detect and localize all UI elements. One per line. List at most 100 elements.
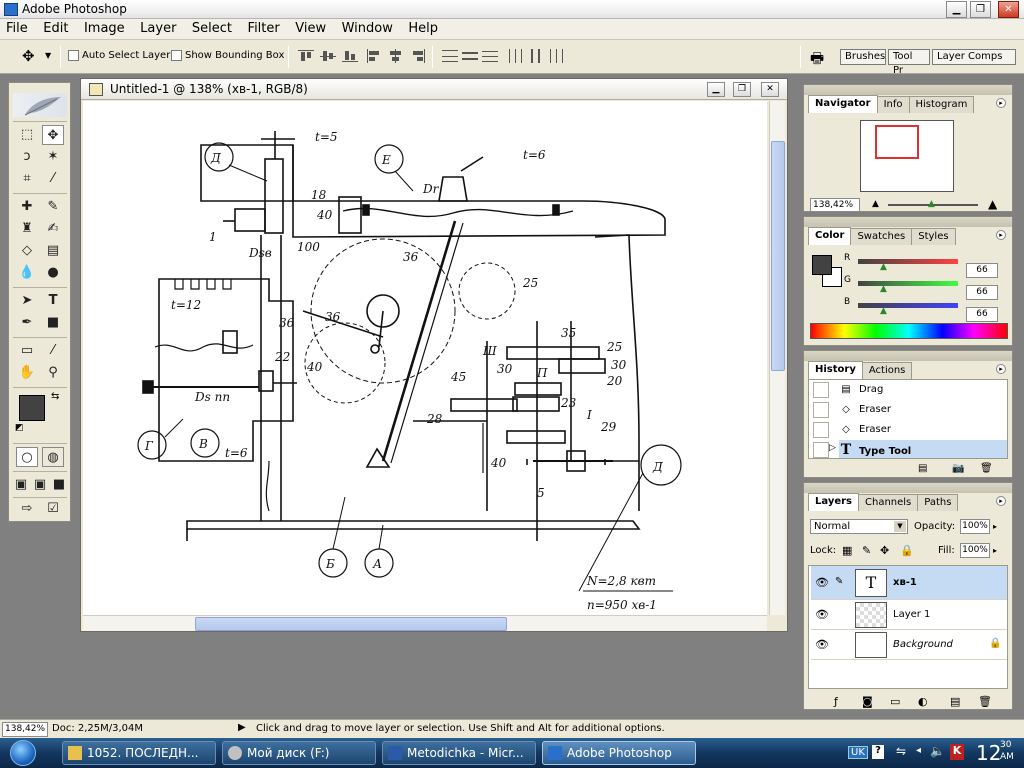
tab-navigator[interactable]: Navigator — [808, 95, 878, 113]
jump-to-imageready-icon[interactable]: ⇨ — [16, 499, 38, 519]
distribute-vcenter-icon[interactable] — [462, 49, 478, 63]
pen-tool-icon[interactable]: ✒ — [16, 313, 38, 333]
menu-help[interactable]: Help — [402, 19, 444, 36]
tab-swatches[interactable]: Swatches — [850, 228, 913, 245]
history-snapshot-toggle[interactable] — [813, 382, 829, 398]
crop-tool-icon[interactable]: ⌗ — [16, 169, 38, 189]
channel-b-thumb[interactable]: ▲ — [880, 306, 887, 316]
language-indicator[interactable]: UK — [848, 746, 868, 759]
hand-tool-icon[interactable]: ✋ — [16, 363, 38, 383]
foreground-color-swatch[interactable] — [19, 395, 45, 421]
zoom-in-icon[interactable]: ▲ — [988, 197, 997, 211]
lock-all-icon[interactable]: 🔒 — [900, 544, 914, 557]
help-icon[interactable]: ? — [872, 745, 884, 759]
gradient-tool-icon[interactable]: ▤ — [42, 241, 64, 261]
navigator-zoom-field[interactable]: 138,42% — [810, 198, 860, 212]
menu-edit[interactable]: Edit — [37, 19, 74, 36]
tab-layers[interactable]: Layers — [808, 493, 859, 511]
history-palette-header[interactable] — [804, 351, 1012, 361]
file-browser-icon[interactable]: 🖶 — [810, 48, 824, 73]
screen-mode-standard-icon[interactable]: ▣ — [12, 475, 30, 495]
history-item[interactable]: ◇ Eraser — [839, 400, 1007, 420]
clone-stamp-tool-icon[interactable]: ♜ — [16, 219, 38, 239]
palette-well-brushes[interactable]: Brushes — [840, 49, 886, 65]
navigator-thumbnail[interactable] — [860, 120, 954, 192]
menu-layer[interactable]: Layer — [134, 19, 182, 36]
tab-styles[interactable]: Styles — [911, 228, 956, 245]
opacity-slider-arrow-icon[interactable]: ▸ — [993, 522, 997, 531]
bounding-box-checkbox[interactable] — [171, 50, 182, 61]
rectangle-tool-icon[interactable]: ■ — [42, 313, 64, 333]
path-selection-tool-icon[interactable]: ➤ — [16, 291, 38, 311]
fill-field[interactable]: 100% — [960, 543, 990, 558]
start-button[interactable] — [10, 740, 36, 766]
auto-select-checkbox[interactable] — [68, 50, 79, 61]
taskbar-item-drive[interactable]: Мой диск (F:) — [222, 741, 376, 765]
align-top-icon[interactable] — [298, 49, 314, 63]
antivirus-icon[interactable]: K — [950, 744, 964, 760]
move-tool-icon[interactable]: ✥ — [42, 125, 64, 145]
screen-mode-full-icon[interactable]: ■ — [50, 475, 68, 495]
magic-wand-tool-icon[interactable]: ✶ — [42, 147, 64, 167]
slice-tool-icon[interactable]: ⁄ — [42, 169, 64, 189]
distribute-bottom-icon[interactable] — [482, 49, 498, 63]
type-tool-icon[interactable]: T — [42, 291, 64, 311]
palette-well-tool-presets[interactable]: Tool Pr — [888, 49, 930, 76]
move-tool-preset-icon[interactable]: ✥ — [22, 47, 35, 65]
channel-g-thumb[interactable]: ▲ — [880, 284, 887, 294]
layer-name[interactable]: Layer 1 — [893, 609, 930, 620]
distribute-left-icon[interactable] — [508, 49, 524, 63]
quick-mask-mode-icon[interactable]: ◍ — [42, 447, 64, 467]
opacity-field[interactable]: 100% — [960, 519, 990, 534]
status-doc-size[interactable]: Doc: 2,25M/3,04M — [52, 723, 143, 734]
history-snapshot-toggle[interactable] — [813, 422, 829, 438]
taskbar-item-folder[interactable]: 1052. ПОСЛЕДН... — [62, 741, 216, 765]
dodge-tool-icon[interactable]: ● — [42, 263, 64, 283]
eye-icon[interactable]: 👁 — [815, 576, 829, 589]
history-snapshot-toggle[interactable] — [813, 442, 829, 458]
tab-info[interactable]: Info — [876, 96, 910, 113]
navigator-view-box[interactable] — [875, 125, 919, 159]
chevron-left-icon[interactable]: ◂ — [916, 745, 921, 756]
color-menu-icon[interactable]: ▸ — [996, 230, 1006, 240]
screen-mode-menu-icon[interactable]: ▣ — [31, 475, 49, 495]
document-title-bar[interactable]: Untitled-1 @ 138% (хв-1, RGB/8) ▁ ❐ ✕ — [81, 79, 787, 100]
history-snapshot-toggle[interactable] — [813, 402, 829, 418]
layer-mask-icon[interactable]: ◙ — [862, 695, 873, 708]
color-ramp[interactable] — [810, 323, 1008, 339]
taskbar-item-photoshop[interactable]: Adobe Photoshop — [542, 741, 696, 765]
align-left-icon[interactable] — [366, 49, 382, 63]
tab-channels[interactable]: Channels — [858, 494, 919, 511]
doc-restore-button[interactable]: ❐ — [733, 82, 751, 97]
taskbar-item-word[interactable]: Metodichka - Micr... — [382, 741, 536, 765]
history-brush-tool-icon[interactable]: ✍ — [42, 219, 64, 239]
navigator-zoom-slider-thumb[interactable]: ▲ — [928, 199, 935, 209]
menu-view[interactable]: View — [289, 19, 332, 36]
history-item-selected[interactable]: T Type Tool — [839, 440, 1007, 458]
eye-icon[interactable]: 👁 — [815, 638, 829, 651]
marquee-tool-icon[interactable]: ⬚ — [16, 125, 38, 145]
doc-close-button[interactable]: ✕ — [761, 82, 779, 97]
vertical-scrollbar[interactable] — [769, 101, 785, 615]
channel-r-thumb[interactable]: ▲ — [880, 262, 887, 272]
eraser-tool-icon[interactable]: ◇ — [16, 241, 38, 261]
menu-window[interactable]: Window — [336, 19, 399, 36]
eyedropper-tool-icon[interactable]: ⁄ — [42, 341, 64, 361]
volume-icon[interactable]: 🔈 — [930, 744, 945, 758]
tab-history[interactable]: History — [808, 361, 863, 379]
layers-palette-header[interactable] — [804, 483, 1012, 493]
chevron-down-icon[interactable]: ▼ — [45, 51, 51, 60]
delete-layer-icon[interactable]: 🗑 — [978, 695, 992, 708]
notes-tool-icon[interactable]: ▭ — [16, 341, 38, 361]
layer-name[interactable]: Background — [893, 639, 953, 650]
lock-transparency-icon[interactable]: ▦ — [842, 544, 852, 557]
swap-colors-icon[interactable]: ⇆ — [51, 391, 59, 402]
channel-b-value[interactable]: 66 — [966, 307, 998, 322]
zoom-out-icon[interactable]: ▲ — [872, 199, 879, 209]
status-zoom-field[interactable]: 138,42% — [2, 722, 48, 737]
brush-tool-icon[interactable]: ✎ — [42, 197, 64, 217]
horizontal-scroll-thumb[interactable] — [195, 617, 507, 631]
adjustment-layer-icon[interactable]: ◐ — [918, 695, 928, 708]
history-item[interactable]: ▤ Drag — [839, 380, 1007, 400]
clock-hour[interactable]: 12 — [976, 741, 1001, 765]
